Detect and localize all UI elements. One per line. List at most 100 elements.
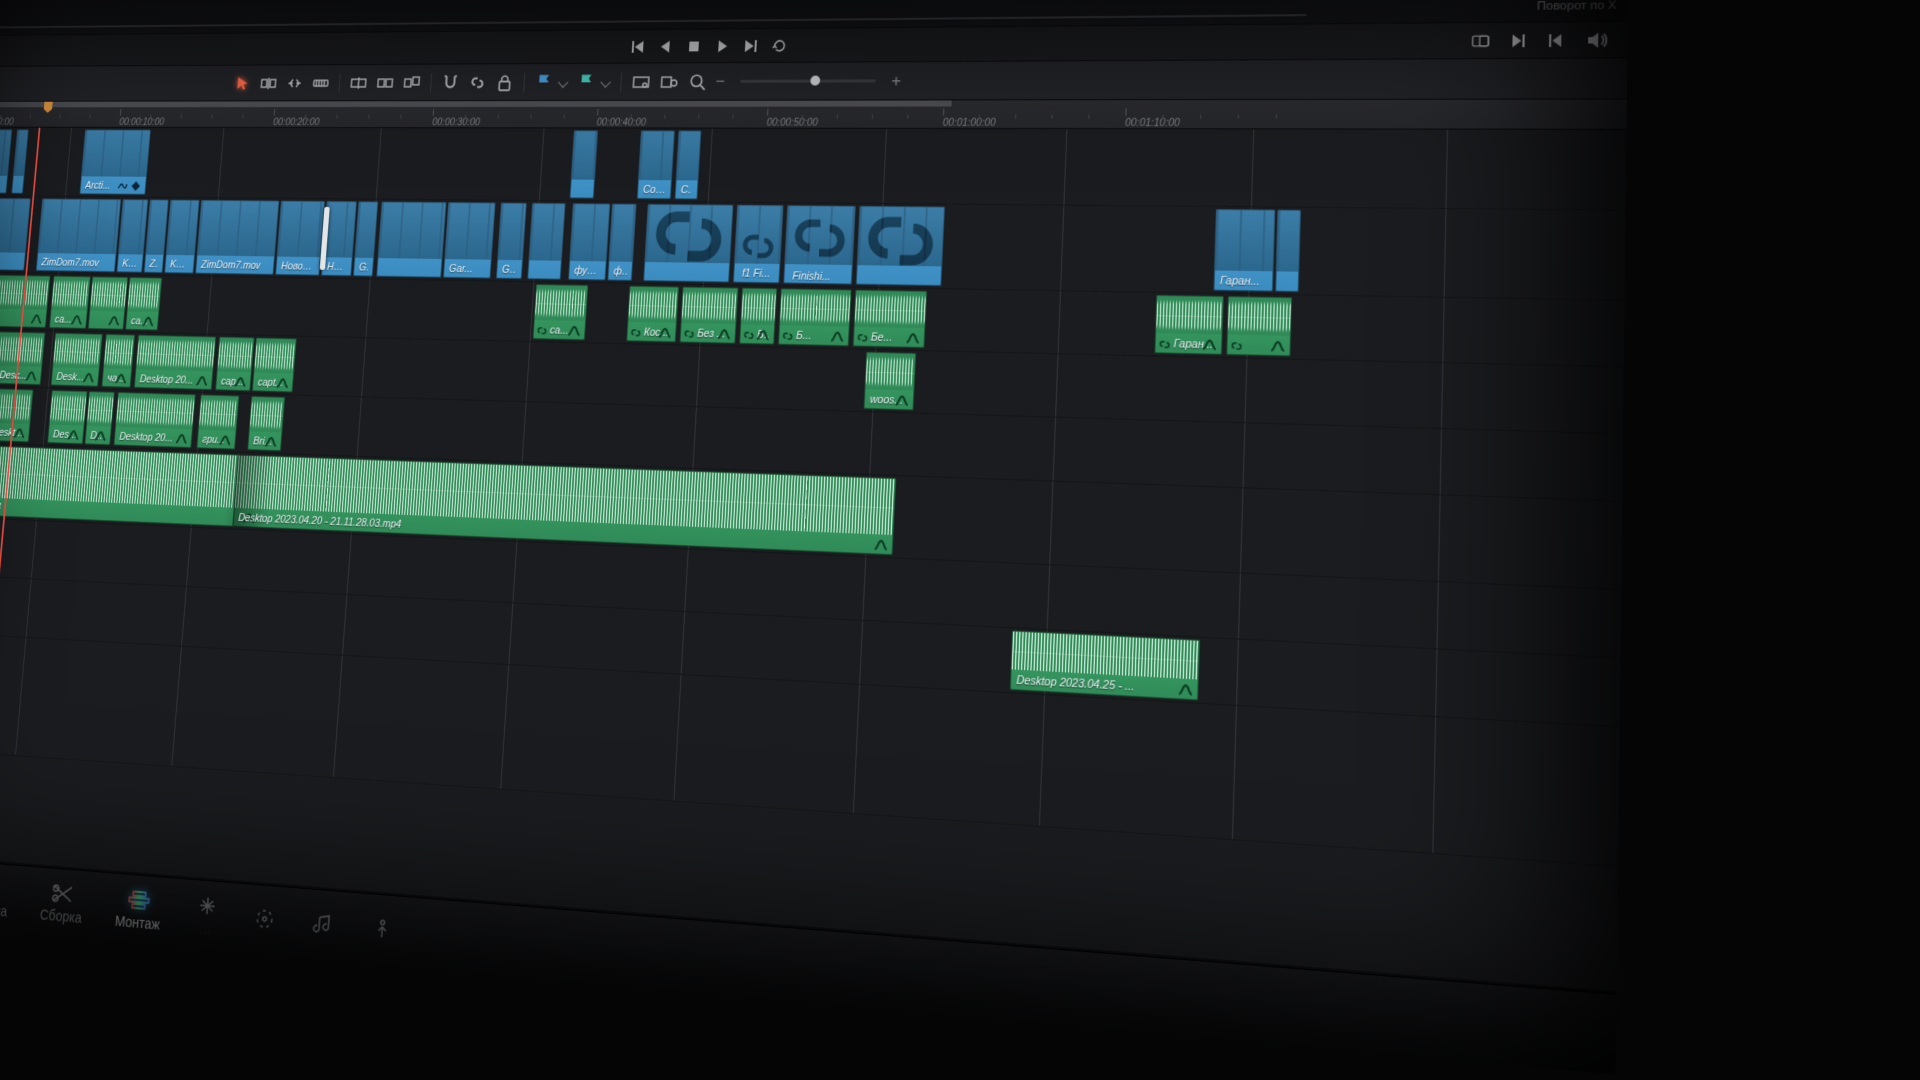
blade-tool-icon[interactable] <box>312 74 329 91</box>
zoom-detail-icon[interactable] <box>660 73 678 91</box>
video-clip[interactable]: te... <box>0 129 12 193</box>
video-clip[interactable]: f1 Fini... <box>856 206 945 286</box>
flag-blue-menu[interactable] <box>558 76 568 87</box>
audio-clip[interactable] <box>88 277 128 330</box>
video-clip[interactable]: фун... <box>568 203 610 280</box>
mute-speaker-icon[interactable] <box>1585 29 1608 51</box>
transport-first-button[interactable] <box>630 38 646 54</box>
clip-label: Нового... <box>281 260 315 272</box>
snap-icon[interactable] <box>442 74 459 91</box>
transport-loop-button[interactable] <box>771 37 787 53</box>
dynamic-trim-icon[interactable] <box>286 74 303 91</box>
page-fusion[interactable]: … <box>193 894 220 937</box>
go-prev-icon[interactable] <box>1547 31 1565 48</box>
replace-mode-icon[interactable] <box>403 74 420 91</box>
audio-clip[interactable]: Без ... <box>680 287 739 344</box>
transport-stop-button[interactable] <box>686 38 702 54</box>
audio-clip[interactable]: ча... <box>101 334 135 388</box>
audio-clip[interactable]: Desk... <box>0 332 45 385</box>
fx-curve-icon <box>717 328 731 341</box>
fx-curve-icon <box>30 313 43 325</box>
audio-clip[interactable]: са... <box>125 277 162 330</box>
video-clip[interactable]: C... <box>675 131 702 200</box>
video-clip[interactable]: ZimDom7.mov <box>195 200 279 275</box>
overwrite-mode-icon[interactable] <box>377 74 394 91</box>
audio-clip[interactable]: Desk... <box>51 333 103 387</box>
video-clip[interactable]: Gar... <box>443 202 496 278</box>
ruler-in-marker[interactable] <box>43 102 52 113</box>
video-clip[interactable] <box>376 202 446 278</box>
audio-clip[interactable]: cap... <box>215 337 254 391</box>
insert-mode-icon[interactable] <box>350 74 367 91</box>
audio-clip[interactable]: Бе... <box>853 290 927 348</box>
audio-clip[interactable]: са... <box>533 284 589 340</box>
video-clip[interactable]: Гаран... <box>1213 209 1275 292</box>
audio-clip[interactable]: 5 - 17.58.17.02.mp4 <box>0 443 265 527</box>
zoom-slider[interactable] <box>740 79 876 82</box>
fx-curve-icon <box>874 538 889 551</box>
flag-teal-icon[interactable] <box>577 73 595 91</box>
audio-clip[interactable]: Desk... <box>47 390 87 444</box>
zoom-custom-icon[interactable] <box>689 73 707 91</box>
video-clip[interactable]: Koti_... <box>116 199 148 272</box>
video-clip[interactable]: Finishi... <box>783 205 855 284</box>
fx-curve-icon <box>234 376 247 388</box>
clip-label: Ga... <box>502 264 518 276</box>
audio-clip[interactable]: са... <box>49 276 91 329</box>
video-clip[interactable]: фу... <box>607 204 636 281</box>
link-icon[interactable] <box>469 73 486 90</box>
video-clip[interactable] <box>570 130 598 198</box>
zoom-out-button[interactable]: − <box>715 74 725 88</box>
audio-clip[interactable]: Desktop 2023.04.25 - ... <box>1010 630 1200 700</box>
page-deliver[interactable] <box>369 917 395 944</box>
video-clip[interactable]: Космо.ку... <box>643 204 733 283</box>
transport-play-button[interactable] <box>714 38 730 54</box>
video-clip[interactable]: Cor... <box>637 130 675 199</box>
clip-label: Zi... <box>149 258 159 270</box>
fx-curve-icon <box>195 375 208 387</box>
video-clip[interactable]: G... <box>353 201 378 276</box>
video-clip[interactable] <box>1275 210 1301 292</box>
audio-clip[interactable]: Des... <box>84 391 114 445</box>
match-frame-icon[interactable] <box>1472 32 1490 49</box>
audio-clip[interactable]: Бе... <box>739 288 777 345</box>
page-cut[interactable]: Сборка <box>39 881 84 925</box>
audio-clip[interactable]: Desktop 20... <box>114 392 196 448</box>
audio-clip[interactable]: Гаран... <box>1154 295 1223 355</box>
go-next-icon[interactable] <box>1509 32 1527 49</box>
video-clip[interactable]: Arcti... <box>79 130 150 195</box>
zoom-in-button[interactable]: + <box>891 74 901 88</box>
page-edit[interactable]: Монтаж <box>114 888 162 933</box>
audio-clip[interactable]: гри... <box>196 395 239 450</box>
video-clip[interactable] <box>11 129 28 193</box>
video-clip[interactable]: Kot... <box>164 200 199 274</box>
transport-next-button[interactable] <box>743 38 759 54</box>
audio-clip[interactable]: Bri... <box>247 396 285 451</box>
video-clip[interactable]: Нового... <box>275 201 325 276</box>
selection-tool-icon[interactable] <box>234 74 251 91</box>
audio-clip[interactable]: Кос... <box>626 286 679 342</box>
audio-clip[interactable]: Deskto... <box>0 388 33 442</box>
audio-clip[interactable]: woos... <box>863 352 916 411</box>
flag-teal-menu[interactable] <box>600 76 611 87</box>
timeline-ruler[interactable]: 00:00:00:0000:00:10:0000:00:20:0000:00:3… <box>0 99 1627 129</box>
transport-prev-button[interactable] <box>658 38 674 54</box>
video-clip[interactable]: ZimDom7.mov <box>36 199 121 273</box>
ruler-tick: 00:00:00:00 <box>0 109 15 127</box>
lock-icon[interactable] <box>496 73 514 91</box>
video-clip[interactable]: Ga... <box>496 203 527 279</box>
page-media[interactable]: Мультимедиа <box>0 873 10 919</box>
ruler-range-bar[interactable] <box>0 100 952 107</box>
zoom-fit-icon[interactable] <box>632 73 650 91</box>
audio-clip[interactable]: Б... <box>778 288 852 346</box>
video-clip[interactable] <box>527 203 565 280</box>
page-fairlight[interactable] <box>310 912 336 939</box>
timeline[interactable]: te...Arcti...Cor...C... P...ZimDom7.movK… <box>0 127 1626 991</box>
audio-clip[interactable]: capt... <box>252 338 297 393</box>
trim-tool-icon[interactable] <box>260 74 277 91</box>
page-color[interactable] <box>251 907 277 934</box>
audio-clip[interactable] <box>1226 296 1292 356</box>
flag-blue-icon[interactable] <box>535 73 553 91</box>
video-clip[interactable]: f1 Fi... <box>733 205 784 284</box>
audio-clip[interactable]: Desktop 20... <box>134 335 216 390</box>
